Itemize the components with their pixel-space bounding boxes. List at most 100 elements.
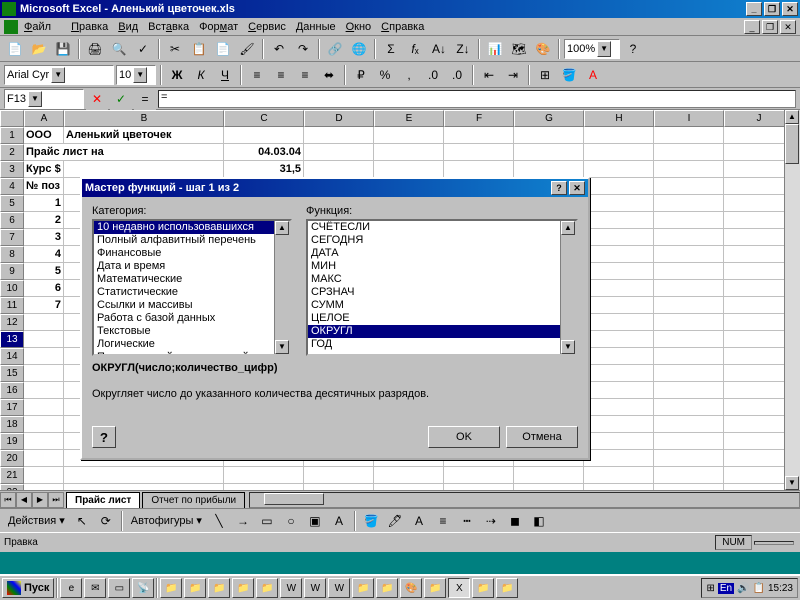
function-item[interactable]: ГОД: [308, 338, 576, 351]
quick-oe-icon[interactable]: ✉: [84, 578, 106, 598]
cell-I19[interactable]: [654, 433, 724, 450]
cell-G21[interactable]: [514, 467, 584, 484]
cell-D2[interactable]: [304, 144, 374, 161]
col-header-G[interactable]: G: [514, 110, 584, 127]
task-app-4[interactable]: 📁: [232, 578, 254, 598]
cell-H2[interactable]: [584, 144, 654, 161]
cell-H13[interactable]: [584, 331, 654, 348]
task-word-1[interactable]: W: [280, 578, 302, 598]
cell-H19[interactable]: [584, 433, 654, 450]
cell-C22[interactable]: [224, 484, 304, 490]
cell-A16[interactable]: [24, 382, 64, 399]
wordart-button[interactable]: A: [328, 510, 350, 532]
cell-I3[interactable]: [654, 161, 724, 178]
col-header-E[interactable]: E: [374, 110, 444, 127]
row-header-10[interactable]: 10: [0, 280, 24, 297]
cell-I18[interactable]: [654, 416, 724, 433]
col-header-H[interactable]: H: [584, 110, 654, 127]
row-header-17[interactable]: 17: [0, 399, 24, 416]
redo-button[interactable]: ↷: [292, 38, 314, 60]
cell-A20[interactable]: [24, 450, 64, 467]
currency-button[interactable]: ₽: [350, 64, 372, 86]
function-item[interactable]: ЦЕЛОЕ: [308, 312, 576, 325]
cell-A1[interactable]: ООО: [24, 127, 64, 144]
copy-button[interactable]: 📋: [188, 38, 210, 60]
menu-view[interactable]: Вид: [118, 21, 138, 33]
row-header-18[interactable]: 18: [0, 416, 24, 433]
help-button[interactable]: ?: [622, 38, 644, 60]
col-header-A[interactable]: A: [24, 110, 64, 127]
edit-formula-button[interactable]: =: [134, 88, 156, 110]
borders-button[interactable]: ⊞: [534, 64, 556, 86]
task-app-6[interactable]: 📁: [352, 578, 374, 598]
wizard-help-button[interactable]: ?: [92, 426, 116, 448]
row-header-9[interactable]: 9: [0, 263, 24, 280]
row-header-7[interactable]: 7: [0, 229, 24, 246]
align-left-button[interactable]: ≡: [246, 64, 268, 86]
sort-desc-button[interactable]: Z↓: [452, 38, 474, 60]
function-item[interactable]: ДАТА: [308, 247, 576, 260]
category-item[interactable]: Дата и время: [94, 260, 290, 273]
save-button[interactable]: 💾: [52, 38, 74, 60]
bold-button[interactable]: Ж: [166, 64, 188, 86]
col-header-I[interactable]: I: [654, 110, 724, 127]
cell-A13[interactable]: [24, 331, 64, 348]
task-app-9[interactable]: 📁: [472, 578, 494, 598]
task-app-1[interactable]: 📁: [160, 578, 182, 598]
cell-I8[interactable]: [654, 246, 724, 263]
actions-menu[interactable]: Действия ▾: [4, 514, 69, 527]
row-header-1[interactable]: 1: [0, 127, 24, 144]
row-header-12[interactable]: 12: [0, 314, 24, 331]
col-header-B[interactable]: B: [64, 110, 224, 127]
cell-G22[interactable]: [514, 484, 584, 490]
cell-I10[interactable]: [654, 280, 724, 297]
cell-B21[interactable]: [64, 467, 224, 484]
cell-A17[interactable]: [24, 399, 64, 416]
select-all-corner[interactable]: [0, 110, 24, 127]
task-word-3[interactable]: W: [328, 578, 350, 598]
cell-B1[interactable]: Аленький цветочек: [64, 127, 224, 144]
cell-I21[interactable]: [654, 467, 724, 484]
chart-button[interactable]: 📊: [484, 38, 506, 60]
row-header-14[interactable]: 14: [0, 348, 24, 365]
cell-E2[interactable]: [374, 144, 444, 161]
shadow-button[interactable]: ◼: [504, 510, 526, 532]
category-item[interactable]: Статистические: [94, 286, 290, 299]
task-app-10[interactable]: 📁: [496, 578, 518, 598]
function-item[interactable]: СЧЁТЕСЛИ: [308, 221, 576, 234]
dialog-close-button[interactable]: ✕: [569, 181, 585, 195]
category-item[interactable]: Логические: [94, 338, 290, 351]
sort-asc-button[interactable]: A↓: [428, 38, 450, 60]
category-item[interactable]: Финансовые: [94, 247, 290, 260]
formula-input[interactable]: =: [158, 90, 796, 108]
increase-indent-button[interactable]: ⇥: [502, 64, 524, 86]
3d-button[interactable]: ◧: [528, 510, 550, 532]
line-color-button[interactable]: 🖊: [384, 510, 406, 532]
menu-edit[interactable]: Правка: [71, 21, 108, 33]
row-header-13[interactable]: 13: [0, 331, 24, 348]
function-item[interactable]: МАКС: [308, 273, 576, 286]
cut-button[interactable]: ✂: [164, 38, 186, 60]
cell-I11[interactable]: [654, 297, 724, 314]
cell-D3[interactable]: [304, 161, 374, 178]
tray-icon-2[interactable]: 🔊: [737, 583, 749, 594]
cell-I22[interactable]: [654, 484, 724, 490]
dialog-titlebar[interactable]: Мастер функций - шаг 1 из 2 ? ✕: [82, 179, 588, 197]
menu-tools[interactable]: Сервис: [248, 21, 286, 33]
increase-decimal-button[interactable]: .0: [422, 64, 444, 86]
tab-prev-button[interactable]: ◀: [16, 492, 32, 508]
menu-insert[interactable]: Вставка: [148, 21, 189, 33]
row-header-22[interactable]: 22: [0, 484, 24, 490]
cell-A3[interactable]: Курс $: [24, 161, 64, 178]
cell-H16[interactable]: [584, 382, 654, 399]
category-item[interactable]: Работа с базой данных: [94, 312, 290, 325]
row-header-5[interactable]: 5: [0, 195, 24, 212]
format-painter-button[interactable]: 🖌: [236, 38, 258, 60]
category-listbox[interactable]: 10 недавно использовавшихсяПолный алфави…: [92, 219, 292, 356]
cell-I5[interactable]: [654, 195, 724, 212]
select-objects-button[interactable]: ↖: [71, 510, 93, 532]
autosum-button[interactable]: Σ: [380, 38, 402, 60]
percent-button[interactable]: %: [374, 64, 396, 86]
row-headers[interactable]: 12345678910111213141516171819202122: [0, 127, 24, 490]
cell-H3[interactable]: [584, 161, 654, 178]
